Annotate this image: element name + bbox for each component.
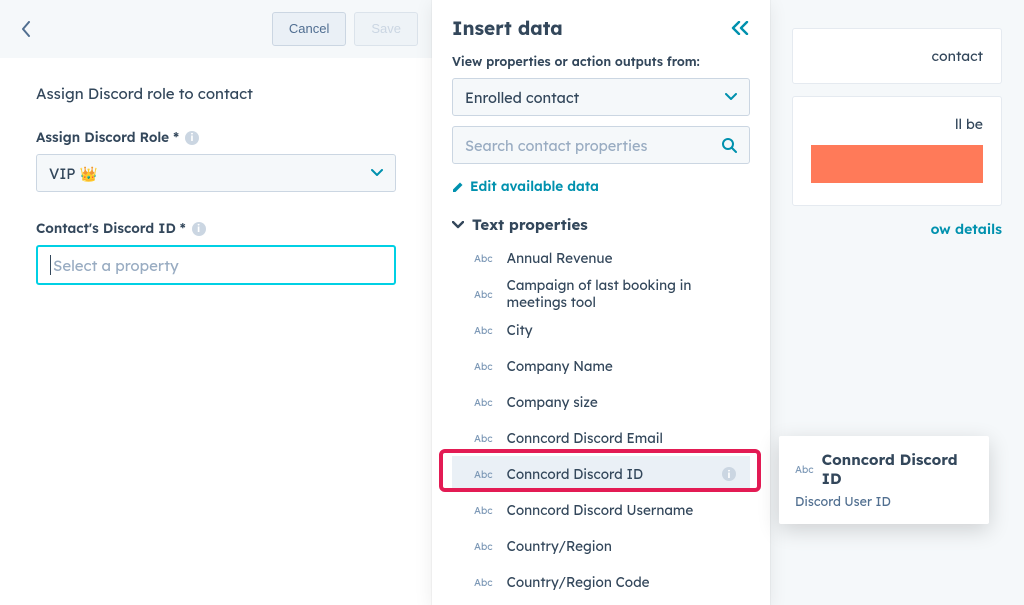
role-label-text: Assign Discord Role * — [36, 129, 179, 146]
property-label: Conncord Discord Email — [507, 430, 663, 447]
property-label: Conncord Discord ID — [507, 466, 643, 483]
primary-action-button[interactable] — [811, 145, 983, 183]
tooltip-description: Discord User ID — [795, 494, 973, 510]
search-input[interactable]: Search contact properties — [452, 126, 750, 164]
role-field-label: Assign Discord Role * i — [36, 129, 396, 146]
property-label: Country/Region — [507, 538, 612, 555]
show-details-link[interactable]: ow details — [792, 220, 1002, 238]
type-abc-icon: Abc — [474, 468, 493, 481]
property-tooltip: Abc Conncord Discord ID Discord User ID — [779, 436, 989, 524]
chevron-down-icon — [452, 221, 464, 229]
property-label: Country/Region Code — [507, 574, 650, 591]
property-row[interactable]: Abc City — [452, 312, 750, 348]
save-button[interactable]: Save — [354, 12, 418, 46]
panel-title: Assign Discord role to contact — [36, 84, 396, 103]
property-row[interactable]: Abc Company size — [452, 384, 750, 420]
text-cursor — [50, 255, 51, 275]
edit-available-data-link[interactable]: Edit available data — [452, 178, 750, 195]
preview-card-2: ll be — [792, 96, 1002, 206]
caret-down-icon — [725, 93, 737, 101]
double-chevron-left-icon — [730, 21, 750, 35]
type-abc-icon: Abc — [474, 504, 493, 517]
property-label: Company size — [507, 394, 598, 411]
type-abc-icon: Abc — [474, 540, 493, 553]
search-icon — [721, 137, 737, 153]
role-select[interactable]: VIP 👑 — [36, 154, 396, 192]
property-row[interactable]: Abc Campaign of last booking in meetings … — [452, 276, 750, 312]
property-row[interactable]: Abc Country/Region Code — [452, 564, 750, 600]
pencil-icon — [452, 181, 464, 193]
info-icon[interactable]: i — [192, 222, 206, 236]
source-select-value: Enrolled contact — [465, 88, 579, 107]
config-header: Cancel Save — [0, 0, 432, 58]
chevron-left-icon — [21, 21, 31, 37]
flyout-title: Insert data — [452, 16, 563, 40]
type-abc-icon: Abc — [474, 252, 493, 265]
edit-link-text: Edit available data — [470, 178, 599, 195]
type-abc-icon: Abc — [474, 576, 493, 589]
property-row[interactable]: Abc Country/Region — [452, 528, 750, 564]
property-label: City — [507, 322, 533, 339]
flyout-header: Insert data — [452, 16, 750, 40]
type-abc-icon: Abc — [474, 396, 493, 409]
type-abc-icon: Abc — [795, 463, 814, 476]
info-icon[interactable]: i — [722, 467, 736, 481]
discord-id-field-label: Contact's Discord ID * i — [36, 220, 396, 237]
type-abc-icon: Abc — [474, 360, 493, 373]
caret-down-icon — [371, 169, 383, 177]
property-row[interactable]: Abc Conncord Discord Email — [452, 420, 750, 456]
property-row[interactable]: Abc Annual Revenue — [452, 240, 750, 276]
type-abc-icon: Abc — [474, 324, 493, 337]
property-row[interactable]: Abc Conncord Discord Username — [452, 492, 750, 528]
cancel-button[interactable]: Cancel — [272, 12, 346, 46]
role-select-value: VIP 👑 — [49, 164, 98, 183]
property-label: Company Name — [507, 358, 613, 375]
property-label: Campaign of last booking in meetings too… — [507, 277, 750, 311]
collapse-button[interactable] — [730, 21, 750, 35]
property-list: Abc Annual Revenue Abc Campaign of last boo… — [452, 240, 750, 600]
preview-card-1: contact — [792, 28, 1002, 84]
property-group-header[interactable]: Text properties — [452, 215, 750, 234]
discord-id-placeholder: Select a property — [53, 256, 179, 275]
property-label: Annual Revenue — [507, 250, 613, 267]
property-row[interactable]: Abc Conncord Discord ID i — [452, 456, 750, 492]
info-icon[interactable]: i — [185, 131, 199, 145]
property-label: Conncord Discord Username — [507, 502, 694, 519]
search-placeholder: Search contact properties — [465, 136, 647, 155]
discord-id-label-text: Contact's Discord ID * — [36, 220, 186, 237]
preview-text-2: ll be — [811, 115, 983, 133]
insert-data-flyout: Insert data View properties or action ou… — [432, 0, 770, 605]
flyout-subtitle: View properties or action outputs from: — [452, 54, 750, 70]
source-select[interactable]: Enrolled contact — [452, 78, 750, 116]
config-body: Assign Discord role to contact Assign Di… — [0, 58, 432, 305]
preview-text-1: contact — [811, 47, 983, 65]
tooltip-title: Conncord Discord ID — [822, 450, 973, 488]
back-button[interactable] — [14, 17, 38, 41]
group-header-text: Text properties — [472, 215, 588, 234]
property-row[interactable]: Abc Company Name — [452, 348, 750, 384]
discord-id-input[interactable]: Select a property — [36, 245, 396, 285]
type-abc-icon: Abc — [474, 288, 493, 301]
config-panel: Cancel Save Assign Discord role to conta… — [0, 0, 432, 605]
type-abc-icon: Abc — [474, 432, 493, 445]
